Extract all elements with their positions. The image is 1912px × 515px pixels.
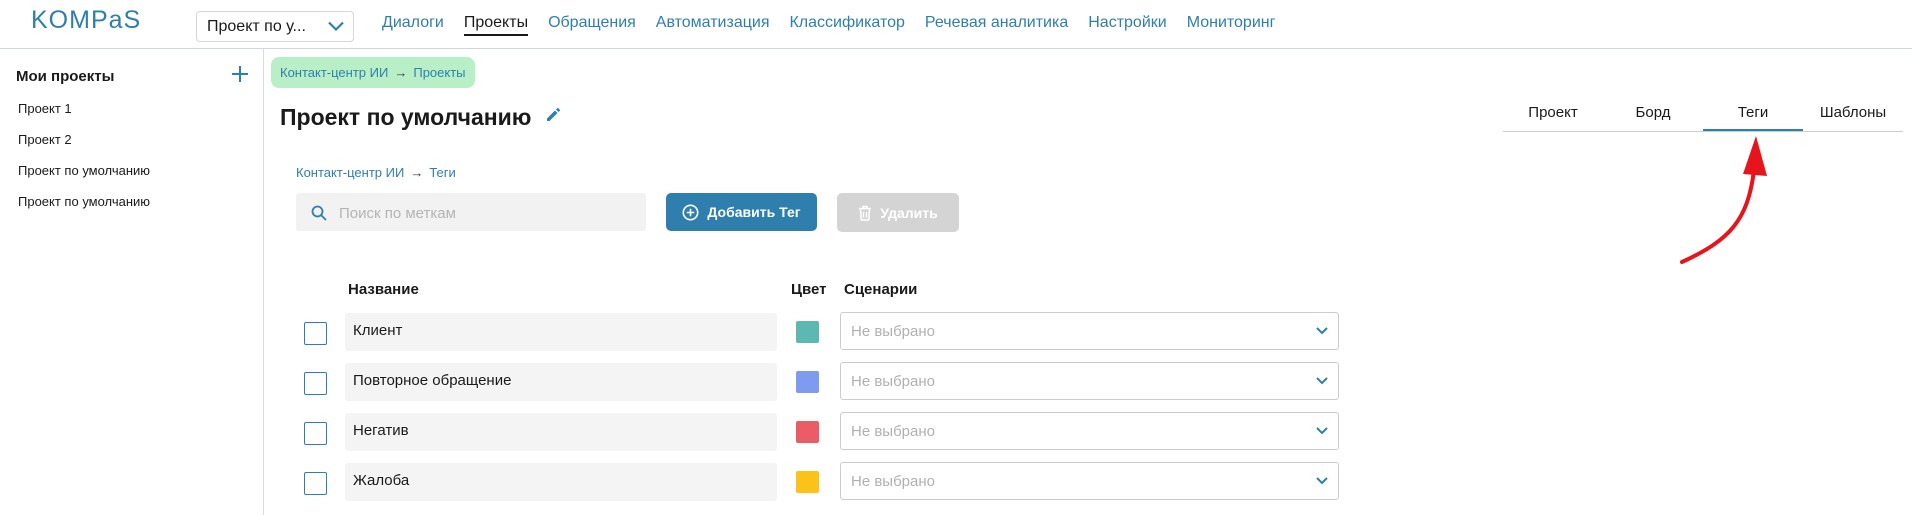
color-swatch[interactable] [796, 371, 819, 393]
project-tabs: Проект Борд Теги Шаблоны [1503, 99, 1903, 132]
add-tag-label: Добавить Тег [707, 204, 801, 220]
scenario-select[interactable]: Не выбрано [840, 462, 1339, 500]
row-checkbox[interactable] [304, 322, 327, 345]
tab-templates[interactable]: Шаблоны [1803, 104, 1903, 121]
scenario-select-value: Не выбрано [851, 323, 935, 340]
tag-name-field[interactable]: Повторное обращение [345, 363, 777, 401]
search-icon [311, 205, 327, 221]
tag-name-field[interactable]: Негатив [345, 413, 777, 451]
breadcrumb-parent[interactable]: Контакт-центр ИИ [280, 65, 388, 80]
tag-name: Негатив [353, 422, 409, 439]
column-header-scenarios: Сценарии [844, 281, 918, 298]
scenario-select[interactable]: Не выбрано [840, 412, 1339, 450]
chevron-down-icon [1316, 477, 1328, 485]
row-checkbox[interactable] [304, 472, 327, 495]
column-header-name: Название [348, 281, 419, 298]
project-select-value: Проект по у... [207, 18, 306, 35]
project-select[interactable]: Проект по у... [196, 11, 354, 42]
nav-monitoring[interactable]: Мониторинг [1187, 14, 1276, 36]
delete-button[interactable]: Удалить [837, 193, 959, 232]
search-input[interactable] [337, 199, 631, 227]
table-row: Повторное обращение Не выбрано [0, 362, 1912, 401]
color-swatch[interactable] [796, 471, 819, 493]
sidebar-item-default-project-2[interactable]: Проект по умолчанию [18, 194, 150, 209]
pencil-icon[interactable] [545, 106, 561, 122]
column-header-color: Цвет [791, 281, 827, 298]
tag-search [296, 193, 646, 231]
scenario-select-value: Не выбрано [851, 423, 935, 440]
main-nav: Диалоги Проекты Обращения Автоматизация … [382, 14, 1295, 36]
nav-automation[interactable]: Автоматизация [656, 14, 770, 36]
arrow-right-icon: → [394, 65, 408, 80]
chevron-down-icon [1316, 377, 1328, 385]
tab-project[interactable]: Проект [1503, 104, 1603, 121]
color-swatch[interactable] [796, 321, 819, 343]
chevron-down-icon [328, 21, 344, 32]
scenario-select-value: Не выбрано [851, 473, 935, 490]
tag-name-field[interactable]: Клиент [345, 313, 777, 351]
top-bar: KOMPaS Проект по у... Диалоги Проекты Об… [0, 0, 1912, 49]
tags-breadcrumb-parent[interactable]: Контакт-центр ИИ [296, 165, 404, 180]
row-checkbox[interactable] [304, 372, 327, 395]
table-row: Жалоба Не выбрано [0, 462, 1912, 501]
sidebar-item-project-2[interactable]: Проект 2 [18, 132, 72, 147]
nav-dialogs[interactable]: Диалоги [382, 14, 444, 36]
page-title: Проект по умолчанию [280, 104, 532, 130]
scenario-select[interactable]: Не выбрано [840, 362, 1339, 400]
tag-name: Клиент [353, 322, 403, 339]
annotation-arrow-icon [1680, 136, 1767, 264]
tab-tags[interactable]: Теги [1703, 104, 1803, 131]
add-tag-button[interactable]: Добавить Тег [666, 193, 817, 231]
nav-settings[interactable]: Настройки [1088, 14, 1166, 36]
table-row: Клиент Не выбрано [0, 312, 1912, 351]
tag-name-field[interactable]: Жалоба [345, 463, 777, 501]
nav-requests[interactable]: Обращения [548, 14, 636, 36]
scenario-select[interactable]: Не выбрано [840, 312, 1339, 350]
tags-breadcrumb: Контакт-центр ИИ → Теги [296, 165, 456, 180]
breadcrumb-current[interactable]: Проекты [413, 65, 465, 80]
plus-circle-icon [682, 204, 699, 220]
trash-icon [859, 205, 872, 221]
tab-board[interactable]: Борд [1603, 104, 1703, 121]
nav-speech-analytics[interactable]: Речевая аналитика [925, 14, 1068, 36]
arrow-right-icon: → [410, 165, 424, 180]
sidebar-item-project-1[interactable]: Проект 1 [18, 101, 72, 116]
add-project-icon[interactable] [229, 63, 251, 85]
breadcrumb: Контакт-центр ИИ → Проекты [271, 57, 475, 88]
row-checkbox[interactable] [304, 422, 327, 445]
sidebar-title: Мои проекты [16, 68, 115, 85]
scenario-select-value: Не выбрано [851, 373, 935, 390]
nav-projects[interactable]: Проекты [463, 14, 529, 36]
tag-name: Повторное обращение [353, 372, 512, 389]
nav-classifier[interactable]: Классификатор [789, 14, 904, 36]
tag-name: Жалоба [353, 472, 410, 489]
chevron-down-icon [1316, 327, 1328, 335]
table-row: Негатив Не выбрано [0, 412, 1912, 451]
delete-label: Удалить [880, 204, 938, 221]
color-swatch[interactable] [796, 421, 819, 443]
logo[interactable]: KOMPaS [31, 6, 141, 35]
sidebar-item-default-project[interactable]: Проект по умолчанию [18, 163, 150, 178]
chevron-down-icon [1316, 427, 1328, 435]
tags-breadcrumb-current[interactable]: Теги [429, 165, 455, 180]
